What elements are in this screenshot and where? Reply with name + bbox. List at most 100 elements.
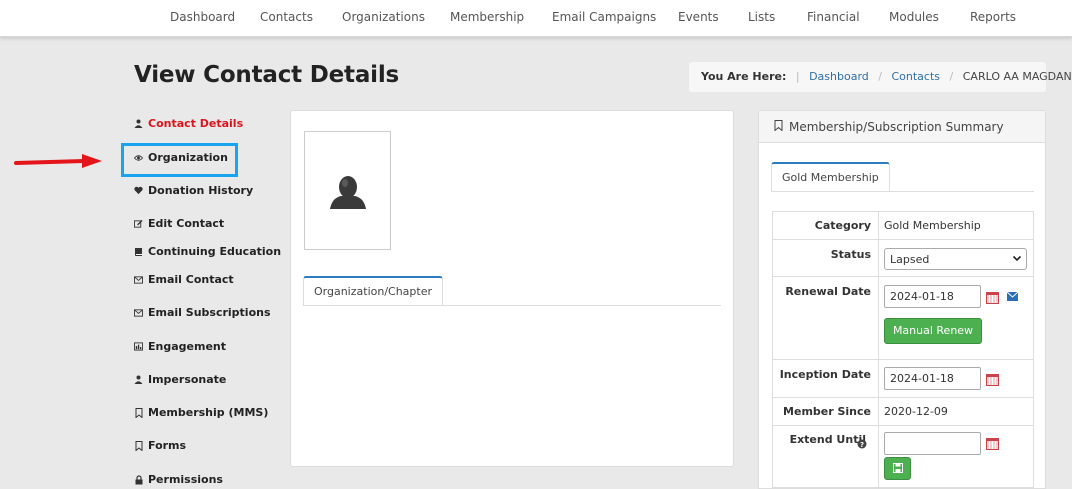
member-since-value: 2020-12-09 xyxy=(884,405,948,418)
breadcrumb-separator: | xyxy=(795,70,800,83)
membership-summary-panel: Membership/Subscription Summary Gold Mem… xyxy=(758,110,1046,489)
page-title: View Contact Details xyxy=(134,62,400,88)
eye-icon xyxy=(134,153,143,162)
nav-dashboard[interactable]: Dashboard xyxy=(170,10,235,24)
cell-divider xyxy=(878,398,879,425)
renewal-date-label: Renewal Date xyxy=(785,285,871,298)
calendar-icon[interactable] xyxy=(986,292,999,304)
tab-organization-chapter[interactable]: Organization/Chapter xyxy=(303,276,444,306)
svg-text:?: ? xyxy=(860,441,864,449)
manual-renew-button[interactable]: Manual Renew xyxy=(884,318,982,344)
breadcrumb-contacts[interactable]: Contacts xyxy=(891,70,940,83)
sidebar-item-organization[interactable]: Organization xyxy=(134,151,228,164)
sidebar-item-engagement[interactable]: Engagement xyxy=(134,340,226,353)
nav-events[interactable]: Events xyxy=(678,10,719,24)
nav-organizations[interactable]: Organizations xyxy=(342,10,425,24)
sidebar-item-label: Membership (MMS) xyxy=(148,406,269,419)
category-label: Category xyxy=(814,219,871,232)
nav-lists[interactable]: Lists xyxy=(748,10,775,24)
extend-until-text: Extend Until xyxy=(789,433,866,446)
save-button[interactable] xyxy=(884,457,911,480)
breadcrumb-lead: You Are Here: xyxy=(701,70,787,83)
nav-financial[interactable]: Financial xyxy=(807,10,860,24)
extend-until-input[interactable] xyxy=(884,432,981,455)
sidebar-item-donation-history[interactable]: Donation History xyxy=(134,184,253,197)
sidebar-item-contact-details[interactable]: Contact Details xyxy=(134,117,243,130)
nav-reports[interactable]: Reports xyxy=(970,10,1016,24)
table-row: Category Gold Membership xyxy=(772,212,1034,240)
sidebar-item-label: Permissions xyxy=(148,473,223,486)
table-row: Member Since 2020-12-09 xyxy=(772,398,1034,426)
sidebar-item-label: Engagement xyxy=(148,340,226,353)
sidebar-item-label: Impersonate xyxy=(148,373,227,386)
breadcrumb: You Are Here: | Dashboard / Contacts / C… xyxy=(689,62,1072,92)
sidebar-item-permissions[interactable]: Permissions xyxy=(134,473,223,486)
status-select[interactable]: Lapsed xyxy=(884,248,1027,270)
nav-modules[interactable]: Modules xyxy=(889,10,939,24)
sidebar-item-email-subscriptions[interactable]: Email Subscriptions xyxy=(134,306,271,319)
lock-icon xyxy=(134,474,143,484)
nav-contacts[interactable]: Contacts xyxy=(260,10,313,24)
book-icon xyxy=(134,247,143,256)
floppy-disk-icon xyxy=(893,463,903,476)
inception-date-label: Inception Date xyxy=(779,368,871,381)
chart-icon xyxy=(134,342,143,351)
sidebar-item-label: Email Contact xyxy=(148,273,234,286)
breadcrumb-dashboard[interactable]: Dashboard xyxy=(809,70,869,83)
breadcrumb-separator: / xyxy=(949,70,954,83)
contact-panel: Organization/Chapter xyxy=(290,110,734,467)
renewal-date-input[interactable]: 2024-01-18 xyxy=(884,285,981,308)
breadcrumb-current: CARLO AA MAGDANGAL xyxy=(962,70,1072,83)
user-icon xyxy=(134,119,143,128)
sidebar-item-impersonate[interactable]: Impersonate xyxy=(134,373,226,386)
cell-divider xyxy=(878,212,879,239)
table-row: Renewal Date 2024-01-18 Manual Renew xyxy=(772,277,1034,360)
bookmark-icon xyxy=(134,440,143,451)
calendar-icon[interactable] xyxy=(986,374,999,386)
table-row: Extend Until ? xyxy=(772,426,1034,488)
cell-divider xyxy=(878,240,879,276)
cell-divider xyxy=(878,277,879,359)
chevron-down-icon xyxy=(1012,253,1022,266)
user-icon xyxy=(134,375,143,384)
category-value: Gold Membership xyxy=(884,219,981,232)
sidebar-item-label: Forms xyxy=(148,439,187,452)
sidebar-item-membership-mms[interactable]: Membership (MMS) xyxy=(134,406,268,419)
tab-divider xyxy=(303,305,721,306)
calendar-icon[interactable] xyxy=(986,438,999,450)
sidebar-item-forms[interactable]: Forms xyxy=(134,439,186,452)
sidebar-item-continuing-education[interactable]: Continuing Education xyxy=(134,245,281,258)
avatar xyxy=(304,131,391,250)
table-row: Status Lapsed xyxy=(772,240,1034,277)
breadcrumb-separator: / xyxy=(878,70,882,83)
member-since-label: Member Since xyxy=(783,405,871,418)
top-nav: Dashboard Contacts Organizations Members… xyxy=(0,0,1072,37)
edit-icon xyxy=(134,219,143,228)
sidebar-item-label: Donation History xyxy=(148,184,254,197)
sidebar-item-label: Continuing Education xyxy=(148,245,282,258)
sidebar-item-label: Contact Details xyxy=(148,117,244,130)
bookmark-icon xyxy=(774,119,783,134)
tab-divider xyxy=(771,191,1034,192)
bookmark-icon xyxy=(134,407,143,418)
question-circle-icon[interactable]: ? xyxy=(857,434,867,453)
envelope-icon xyxy=(134,308,143,317)
membership-details-table: Category Gold Membership Status Lapsed R… xyxy=(772,211,1034,488)
nav-membership[interactable]: Membership xyxy=(450,10,524,24)
tab-gold-membership[interactable]: Gold Membership xyxy=(771,162,890,192)
cell-divider xyxy=(878,360,879,397)
status-label: Status xyxy=(830,248,871,261)
sidebar-item-label: Organization xyxy=(148,151,228,164)
heart-icon xyxy=(134,186,143,195)
nav-email-campaigns[interactable]: Email Campaigns xyxy=(552,10,656,24)
inception-date-input[interactable]: 2024-01-18 xyxy=(884,367,981,390)
sidebar-item-email-contact[interactable]: Email Contact xyxy=(134,273,234,286)
envelope-icon[interactable] xyxy=(1006,291,1019,304)
red-arrow-annotation xyxy=(14,154,102,168)
panel-title: Membership/Subscription Summary xyxy=(789,119,1004,134)
sidebar-item-edit-contact[interactable]: Edit Contact xyxy=(134,217,224,230)
cell-divider xyxy=(878,426,879,487)
panel-header: Membership/Subscription Summary xyxy=(759,111,1045,143)
sidebar-item-label: Edit Contact xyxy=(148,217,225,230)
avatar-placeholder-icon xyxy=(330,176,366,209)
